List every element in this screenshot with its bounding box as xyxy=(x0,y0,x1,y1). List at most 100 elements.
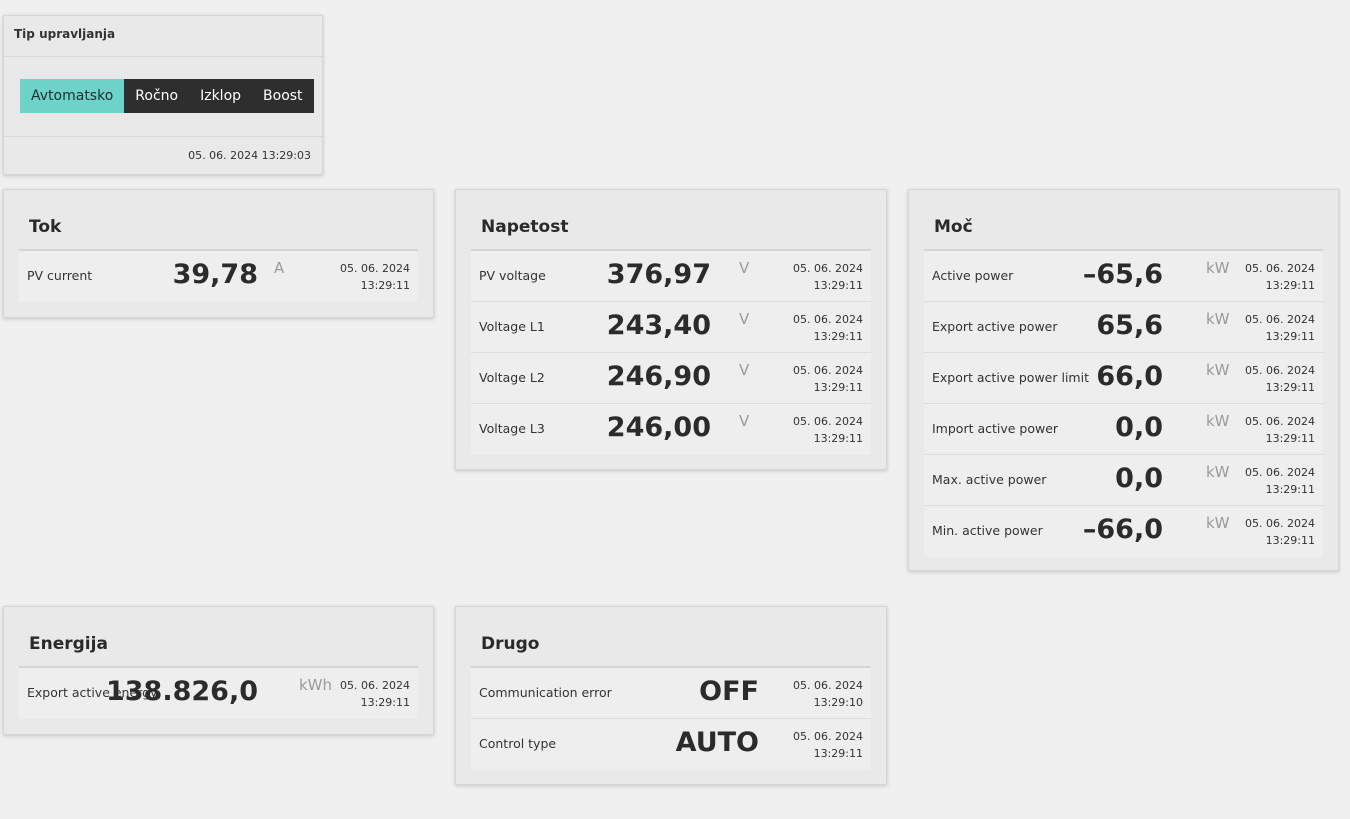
row-timestamp: 05. 06. 2024 13:29:11 xyxy=(340,260,410,294)
row-timestamp: 05. 06. 2024 13:29:11 xyxy=(793,362,863,396)
row-label: PV current xyxy=(27,268,93,283)
row-label: Active power xyxy=(932,268,1014,283)
row-value: 0,0 xyxy=(1115,412,1163,443)
row-timestamp: 05. 06. 2024 13:29:11 xyxy=(1245,311,1315,345)
row-unit: kW xyxy=(1206,259,1230,277)
data-row: Active power –65,6 kW 05. 06. 2024 13:29:… xyxy=(924,251,1323,302)
control-type-title: Tip upravljanja xyxy=(4,16,322,57)
data-row: PV current 39,78 A 05. 06. 2024 13:29:11 xyxy=(19,251,418,302)
row-timestamp: 05. 06. 2024 13:29:11 xyxy=(793,728,863,762)
row-timestamp: 05. 06. 2024 13:29:11 xyxy=(1245,515,1315,549)
row-time: 13:29:11 xyxy=(1265,279,1315,292)
row-timestamp: 05. 06. 2024 13:29:11 xyxy=(1245,260,1315,294)
data-row: Max. active power 0,0 kW 05. 06. 2024 13:… xyxy=(924,455,1323,506)
row-date: 05. 06. 2024 xyxy=(793,262,863,275)
row-time: 13:29:11 xyxy=(360,279,410,292)
row-timestamp: 05. 06. 2024 13:29:11 xyxy=(793,311,863,345)
row-date: 05. 06. 2024 xyxy=(1245,517,1315,530)
row-date: 05. 06. 2024 xyxy=(1245,262,1315,275)
row-value: –65,6 xyxy=(1082,259,1163,290)
data-row: Voltage L1 243,40 V 05. 06. 2024 13:29:11 xyxy=(471,302,871,353)
row-unit: A xyxy=(274,259,285,277)
mode-button-auto[interactable]: Avtomatsko xyxy=(20,79,125,113)
card-title: Moč xyxy=(924,190,1323,251)
row-unit: V xyxy=(739,412,750,430)
row-date: 05. 06. 2024 xyxy=(793,364,863,377)
row-time: 13:29:11 xyxy=(1265,330,1315,343)
row-date: 05. 06. 2024 xyxy=(793,730,863,743)
row-date: 05. 06. 2024 xyxy=(1245,466,1315,479)
card-tok: Tok PV current 39,78 A 05. 06. 2024 13:29… xyxy=(3,189,434,318)
row-date: 05. 06. 2024 xyxy=(340,679,410,692)
row-time: 13:29:11 xyxy=(1265,534,1315,547)
row-value: 0,0 xyxy=(1115,463,1163,494)
row-value: AUTO xyxy=(675,727,759,758)
row-timestamp: 05. 06. 2024 13:29:11 xyxy=(340,677,410,711)
row-date: 05. 06. 2024 xyxy=(340,262,410,275)
row-date: 05. 06. 2024 xyxy=(1245,313,1315,326)
row-date: 05. 06. 2024 xyxy=(793,679,863,692)
row-unit: kW xyxy=(1206,361,1230,379)
row-label: PV voltage xyxy=(479,268,546,283)
row-date: 05. 06. 2024 xyxy=(793,415,863,428)
row-value: OFF xyxy=(699,676,759,707)
row-timestamp: 05. 06. 2024 13:29:10 xyxy=(793,677,863,711)
data-row: Export active power 65,6 kW 05. 06. 2024… xyxy=(924,302,1323,353)
data-row: Min. active power –66,0 kW 05. 06. 2024 1… xyxy=(924,506,1323,557)
card-napetost: Napetost PV voltage 376,97 V 05. 06. 202… xyxy=(455,189,887,470)
card-title: Napetost xyxy=(471,190,871,251)
row-unit: kWh xyxy=(299,676,333,694)
row-value: 65,6 xyxy=(1096,310,1163,341)
row-unit: kW xyxy=(1206,412,1230,430)
row-time: 13:29:11 xyxy=(1265,432,1315,445)
row-timestamp: 05. 06. 2024 13:29:11 xyxy=(1245,362,1315,396)
row-timestamp: 05. 06. 2024 13:29:11 xyxy=(793,413,863,447)
card-title: Energija xyxy=(19,607,418,668)
row-time: 13:29:11 xyxy=(1265,381,1315,394)
row-date: 05. 06. 2024 xyxy=(1245,415,1315,428)
data-row: Voltage L2 246,90 V 05. 06. 2024 13:29:11 xyxy=(471,353,871,404)
row-timestamp: 05. 06. 2024 13:29:11 xyxy=(793,260,863,294)
row-label: Export active power xyxy=(932,319,1058,334)
row-unit: V xyxy=(739,310,750,328)
row-value: 246,90 xyxy=(606,361,711,392)
card-title: Drugo xyxy=(471,607,871,668)
control-type-timestamp: 05. 06. 2024 13:29:03 xyxy=(188,149,311,162)
row-unit: kW xyxy=(1206,310,1230,328)
row-time: 13:29:11 xyxy=(813,330,863,343)
data-row: PV voltage 376,97 V 05. 06. 2024 13:29:11 xyxy=(471,251,871,302)
row-time: 13:29:11 xyxy=(360,696,410,709)
row-time: 13:29:11 xyxy=(813,747,863,760)
row-label: Import active power xyxy=(932,421,1059,436)
control-mode-selector: Avtomatsko Ročno Izklop Boost xyxy=(20,79,322,113)
card-moc: Moč Active power –65,6 kW 05. 06. 2024 13… xyxy=(908,189,1339,571)
row-value: 376,97 xyxy=(606,259,711,290)
control-type-card: Tip upravljanja Avtomatsko Ročno Izklop … xyxy=(3,15,323,175)
data-row: Control type AUTO 05. 06. 2024 13:29:11 xyxy=(471,719,871,770)
row-label: Min. active power xyxy=(932,523,1043,538)
row-time: 13:29:11 xyxy=(813,381,863,394)
mode-button-manual[interactable]: Ročno xyxy=(124,79,190,113)
row-label: Communication error xyxy=(479,685,612,700)
row-label: Voltage L1 xyxy=(479,319,545,334)
card-energija: Energija Export active energy 138.826,0 … xyxy=(3,606,434,735)
row-timestamp: 05. 06. 2024 13:29:11 xyxy=(1245,413,1315,447)
row-label: Voltage L2 xyxy=(479,370,545,385)
control-type-body: Avtomatsko Ročno Izklop Boost xyxy=(4,57,322,137)
data-row: Export active power limit 66,0 kW 05. 06… xyxy=(924,353,1323,404)
row-label: Export active power limit xyxy=(932,370,1089,385)
data-row: Communication error OFF 05. 06. 2024 13:2… xyxy=(471,668,871,719)
row-timestamp: 05. 06. 2024 13:29:11 xyxy=(1245,464,1315,498)
data-row: Export active energy 138.826,0 kWh 05. 0… xyxy=(19,668,418,719)
row-time: 13:29:11 xyxy=(813,279,863,292)
row-unit: V xyxy=(739,361,750,379)
data-row: Voltage L3 246,00 V 05. 06. 2024 13:29:11 xyxy=(471,404,871,455)
card-title: Tok xyxy=(19,190,418,251)
mode-button-boost[interactable]: Boost xyxy=(252,79,314,113)
card-drugo: Drugo Communication error OFF 05. 06. 20… xyxy=(455,606,887,785)
row-value: 246,00 xyxy=(606,412,711,443)
row-time: 13:29:11 xyxy=(813,432,863,445)
mode-button-off[interactable]: Izklop xyxy=(189,79,253,113)
row-value: 138.826,0 xyxy=(105,676,258,707)
row-value: 39,78 xyxy=(172,259,258,290)
